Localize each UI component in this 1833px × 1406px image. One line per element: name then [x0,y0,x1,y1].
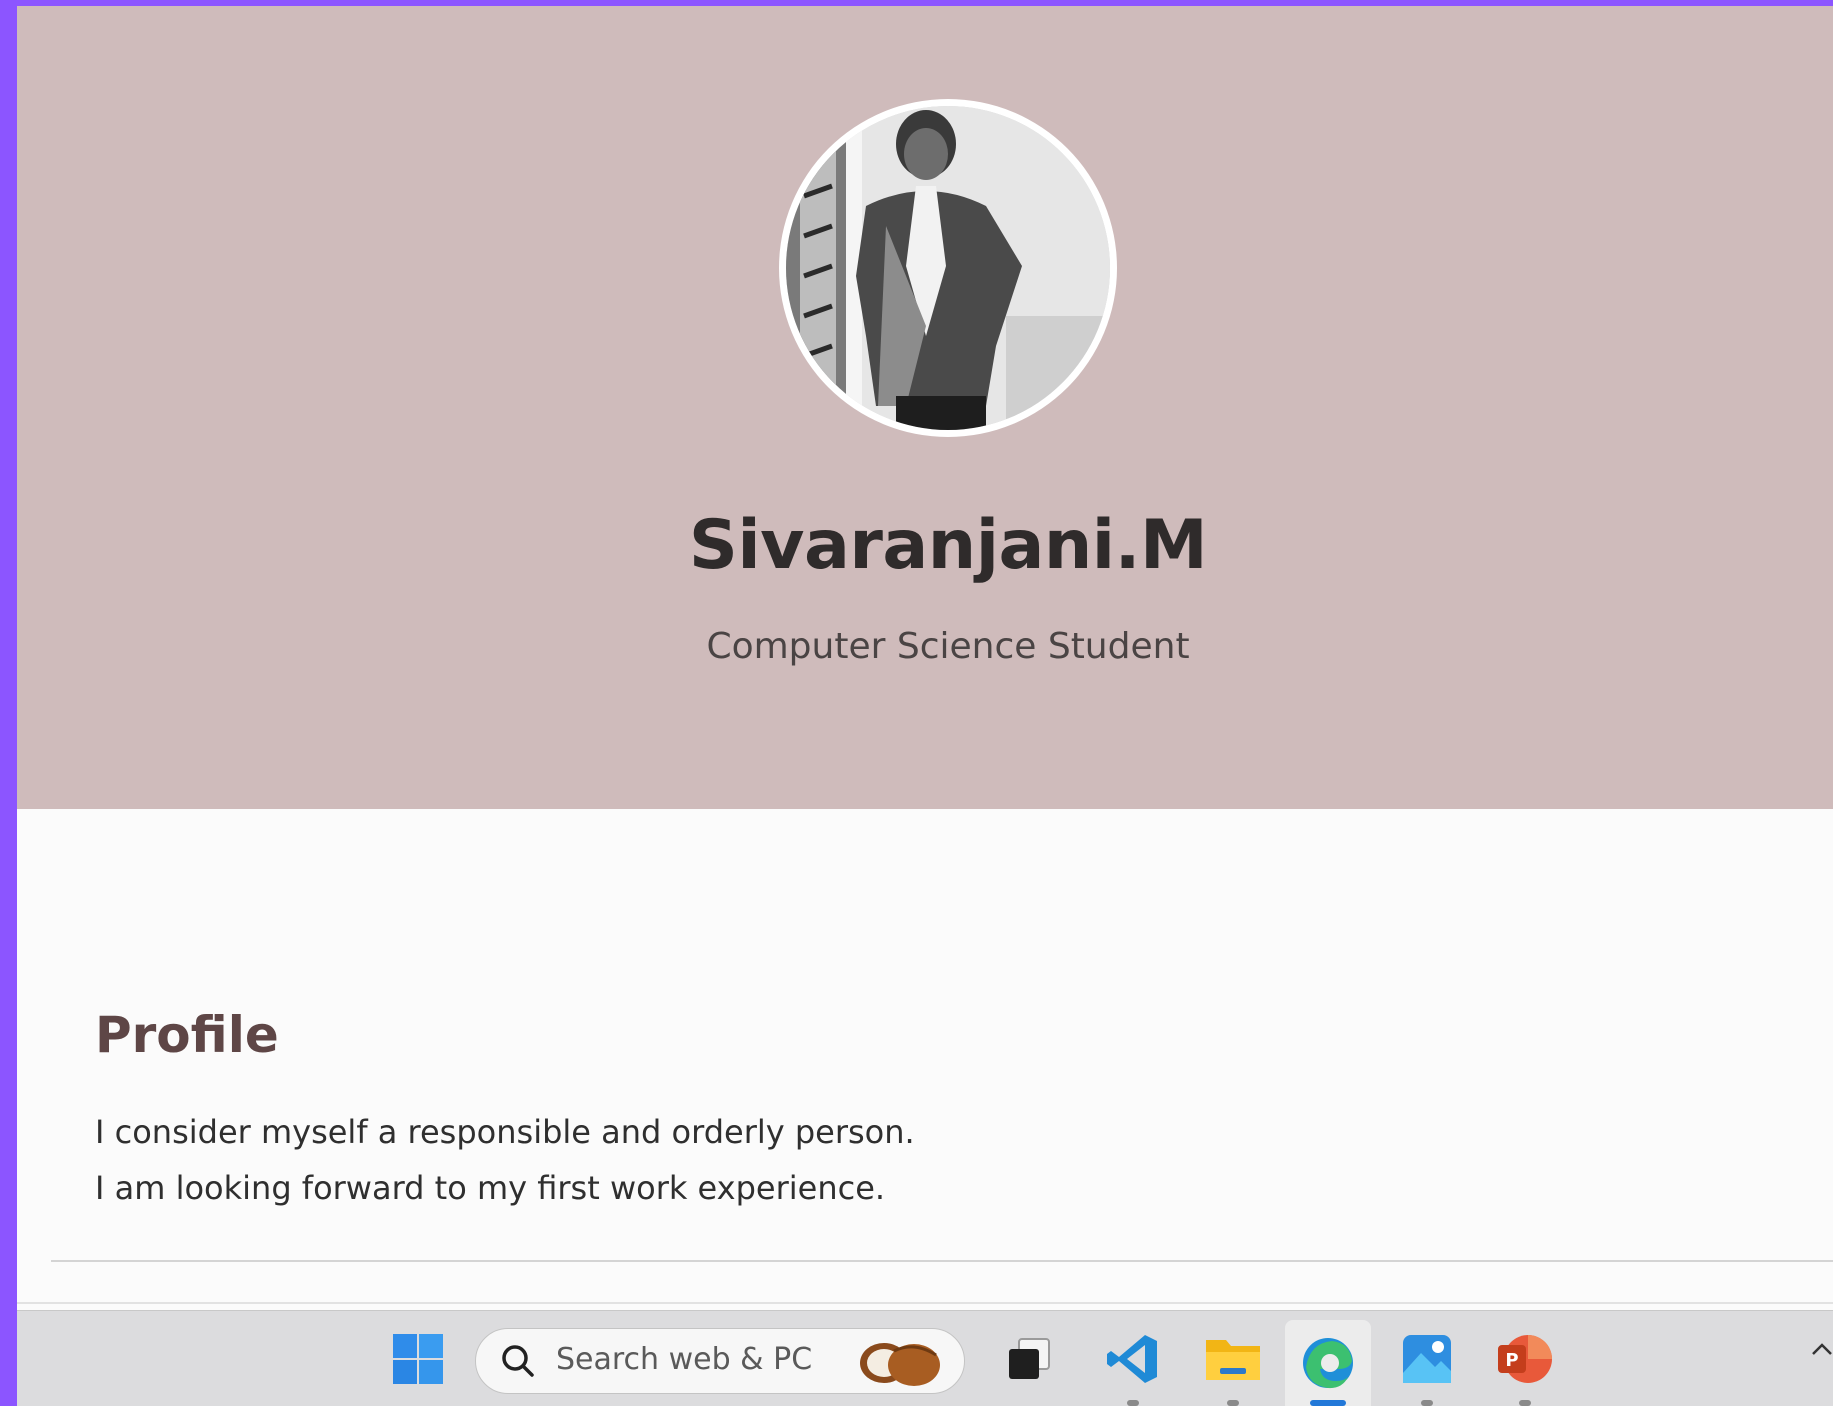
section-title-profile: Profile [95,1006,279,1064]
profile-line: I am looking forward to my first work ex… [95,1169,886,1207]
vscode-taskbar-button[interactable] [1097,1311,1169,1406]
resume-page: Sivaranjani.M Computer Science Student P… [17,6,1833,1310]
running-indicator [1227,1400,1239,1406]
profile-line: I consider myself a responsible and orde… [95,1113,915,1151]
chevron-up-icon[interactable] [1810,1339,1833,1359]
powerpoint-taskbar-button[interactable]: P [1489,1311,1561,1406]
running-indicator [1421,1400,1433,1406]
running-indicator [1519,1400,1531,1406]
profile-name: Sivaranjani.M [688,506,1208,585]
windows-start-icon [393,1333,443,1384]
avatar-photo [786,106,1110,430]
file-explorer-taskbar-button[interactable] [1197,1311,1269,1406]
section-divider [51,1260,1833,1262]
hero-banner: Sivaranjani.M Computer Science Student [17,6,1833,809]
profile-role: Computer Science Student [706,626,1190,667]
photos-icon [1403,1334,1451,1383]
edge-icon [1303,1338,1353,1389]
taskbar: Search web & PC P [17,1310,1833,1406]
window-frame-left [0,0,17,1405]
start-button[interactable] [385,1311,451,1406]
coconut-icon [860,1343,940,1386]
photos-taskbar-button[interactable] [1391,1311,1463,1406]
powerpoint-icon: P [1498,1334,1552,1383]
edge-taskbar-button[interactable] [1285,1320,1371,1406]
file-explorer-icon [1206,1339,1260,1380]
task-view-button[interactable] [993,1311,1065,1406]
search-placeholder: Search web & PC [556,1342,813,1377]
avatar [786,106,1110,430]
active-indicator [1310,1400,1346,1406]
svg-text:P: P [1505,1350,1518,1371]
page-bottom-divider [17,1302,1833,1304]
vscode-icon [1107,1334,1157,1383]
task-view-icon [1009,1337,1050,1379]
avatar-ring [779,99,1117,437]
search-icon [502,1345,534,1377]
running-indicator [1127,1400,1139,1406]
taskbar-search-box[interactable]: Search web & PC [475,1328,965,1394]
